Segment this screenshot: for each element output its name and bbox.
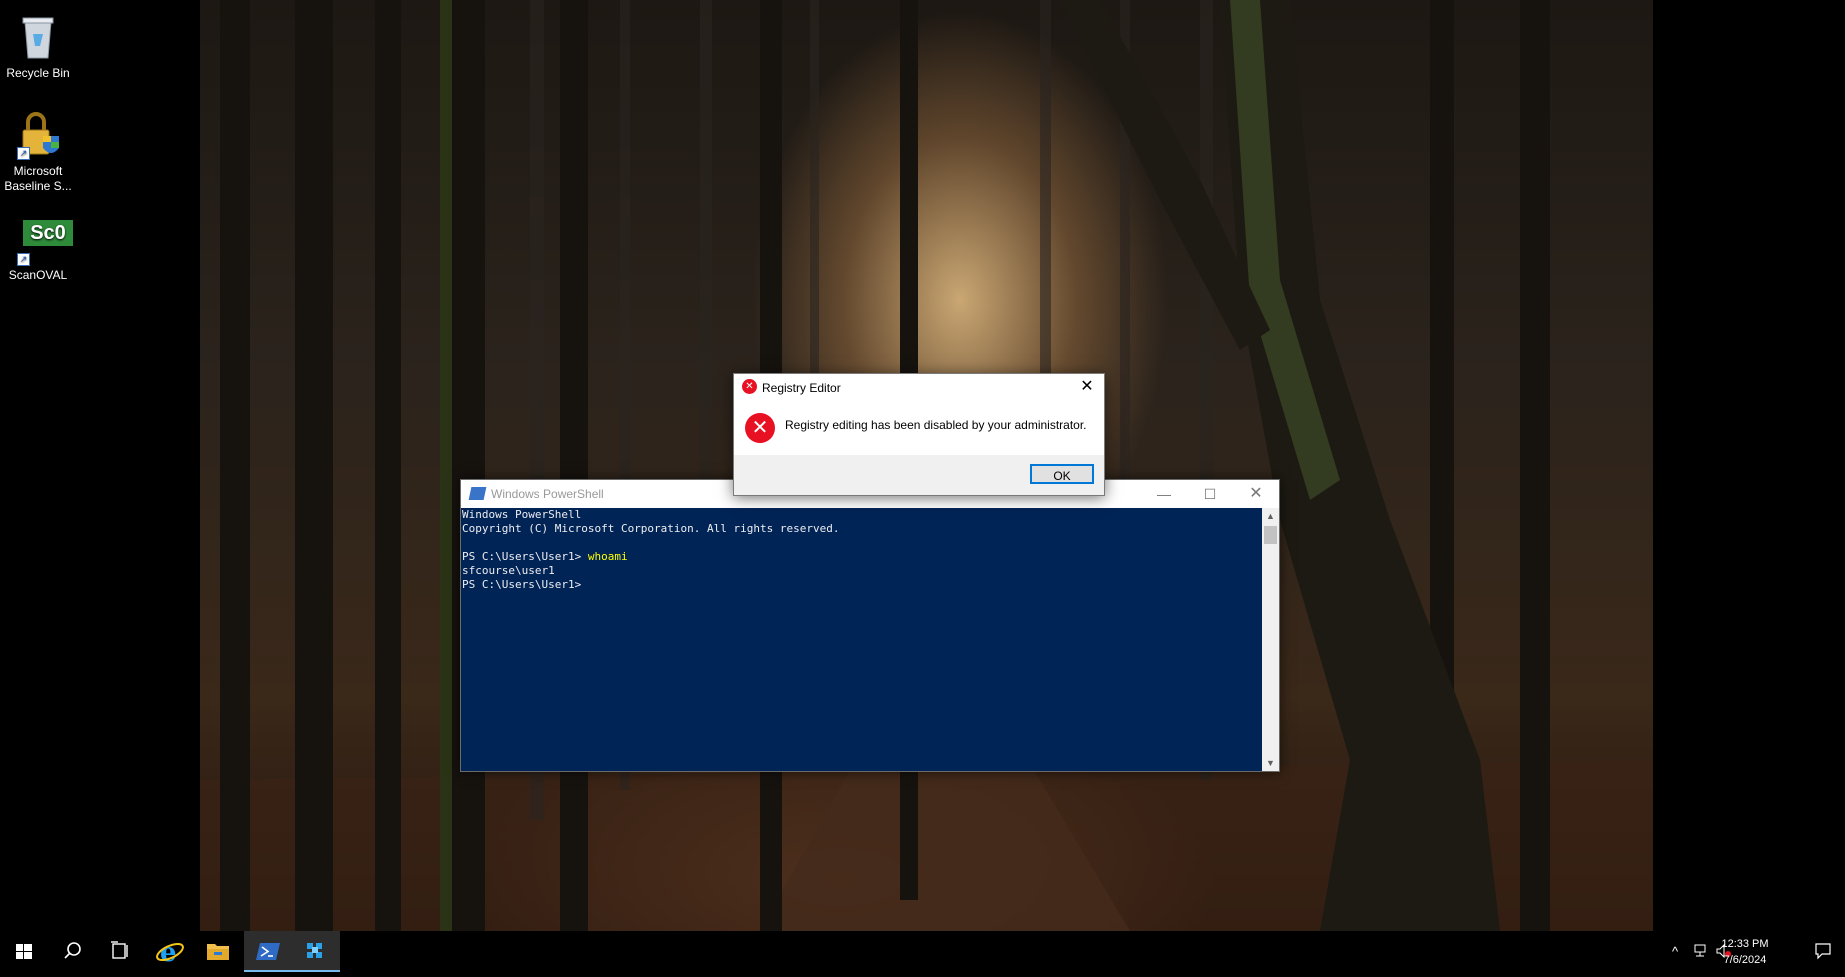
- file-explorer-icon: [207, 944, 229, 960]
- powershell-icon: [468, 487, 487, 500]
- clock[interactable]: 12:33 PM 7/6/2024: [1715, 936, 1775, 968]
- clock-time: 12:33 PM: [1721, 938, 1769, 950]
- task-view-icon: [111, 941, 128, 959]
- error-icon: ✕: [742, 379, 757, 394]
- vertical-scrollbar[interactable]: ▲ ▼: [1262, 508, 1279, 771]
- powershell-taskbar-button[interactable]: [244, 931, 292, 972]
- internet-explorer-button[interactable]: e: [146, 931, 194, 972]
- console-line: Copyright (C) Microsoft Corporation. All…: [462, 522, 840, 535]
- start-icon: [16, 944, 32, 959]
- powershell-window[interactable]: Windows PowerShell — ☐ ✕ Windows PowerSh…: [460, 479, 1280, 772]
- dialog-message: Registry editing has been disabled by yo…: [785, 418, 1087, 432]
- show-hidden-icons-icon[interactable]: ^: [1672, 944, 1678, 959]
- error-icon-large: ✕: [745, 413, 775, 443]
- shortcut-arrow-icon: ↗: [17, 147, 30, 160]
- dialog-close-button[interactable]: ✕: [1074, 376, 1100, 398]
- console-prompt: PS C:\Users\User1>: [462, 550, 588, 563]
- console-line: Windows PowerShell: [462, 508, 582, 521]
- console-line: sfcourse\user1: [462, 564, 555, 577]
- desktop-icon-label: ScanOVAL: [8, 268, 68, 282]
- desktop-icon-scanoval[interactable]: Sc0 ↗ ScanOVAL: [0, 220, 76, 283]
- search-button[interactable]: [48, 931, 96, 972]
- minimize-button[interactable]: —: [1141, 480, 1187, 508]
- recycle-bin-icon: [13, 12, 63, 62]
- scroll-down-icon[interactable]: ▼: [1262, 755, 1279, 771]
- dialog-title: Registry Editor: [762, 381, 841, 395]
- powershell-console[interactable]: Windows PowerShell Copyright (C) Microsof…: [461, 508, 1262, 771]
- network-icon[interactable]: [1694, 944, 1710, 961]
- file-explorer-button[interactable]: [194, 931, 242, 972]
- scroll-up-icon[interactable]: ▲: [1262, 508, 1279, 524]
- clock-date: 7/6/2024: [1723, 954, 1767, 966]
- task-view-button[interactable]: [96, 931, 144, 972]
- desktop-icon-recycle-bin[interactable]: Recycle Bin: [0, 12, 76, 81]
- registry-editor-dialog[interactable]: ✕ Registry Editor ✕ ✕ Registry editing h…: [733, 373, 1105, 496]
- console-line: PS C:\Users\User1> whoami: [462, 550, 1262, 564]
- svg-text:e: e: [160, 938, 177, 968]
- console-line: PS C:\Users\User1>: [462, 578, 582, 591]
- security-baseline-icon: ↗: [13, 110, 63, 160]
- search-icon: [64, 942, 81, 959]
- dialog-footer: OK: [734, 455, 1104, 495]
- scroll-thumb[interactable]: [1264, 526, 1277, 544]
- scanoval-badge: Sc0: [23, 220, 73, 246]
- regedit-taskbar-button[interactable]: [292, 931, 340, 972]
- ok-button[interactable]: OK: [1030, 464, 1094, 484]
- desktop-icon-microsoft-baseline[interactable]: ↗ Microsoft Baseline S...: [0, 110, 76, 194]
- powershell-icon: [256, 943, 280, 960]
- notifications-icon[interactable]: [1814, 942, 1832, 963]
- close-button[interactable]: ✕: [1233, 480, 1279, 508]
- desktop-icon-label: Recycle Bin: [6, 66, 70, 80]
- regedit-icon: [307, 943, 322, 958]
- internet-explorer-icon: e: [156, 938, 184, 968]
- scanoval-icon: Sc0 ↗: [13, 220, 73, 270]
- shortcut-arrow-icon: ↗: [17, 253, 30, 266]
- console-command: whoami: [587, 550, 628, 563]
- maximize-button[interactable]: ☐: [1187, 480, 1233, 508]
- desktop-icon-label: Microsoft Baseline S...: [4, 164, 72, 193]
- start-button[interactable]: [0, 931, 48, 972]
- window-title: Windows PowerShell: [491, 487, 604, 501]
- taskbar: e ^ 12:33 PM 7/6/2024: [0, 931, 1845, 972]
